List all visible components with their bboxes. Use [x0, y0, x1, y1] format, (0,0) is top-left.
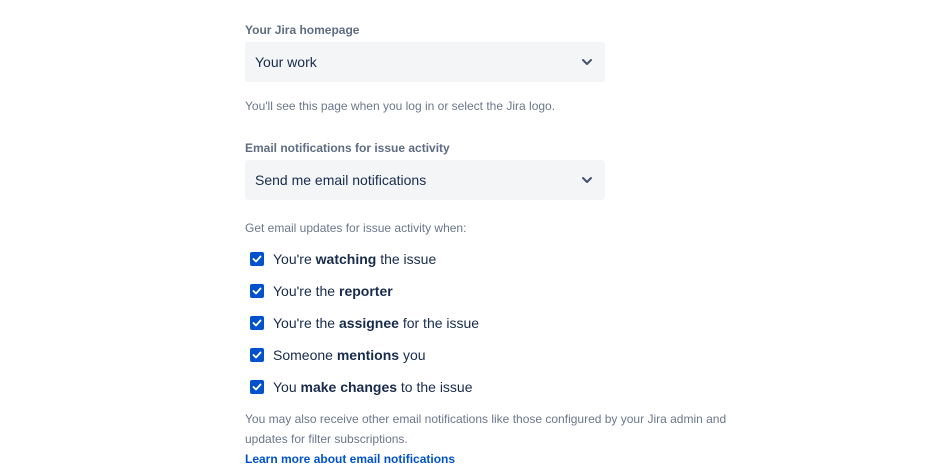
homepage-select-value: Your work [255, 54, 317, 70]
option-label: You're the reporter [273, 283, 393, 299]
option-label: You make changes to the issue [273, 379, 473, 395]
option-label: Someone mentions you [273, 347, 426, 363]
checkbox-checked-icon[interactable] [250, 316, 264, 330]
option-reporter[interactable]: You're the reporter [250, 275, 745, 307]
checkbox-checked-icon[interactable] [250, 284, 264, 298]
homepage-select[interactable]: Your work [245, 42, 605, 82]
option-label: You're the assignee for the issue [273, 315, 480, 331]
preferences-page: Your Jira homepage Your work You'll see … [0, 0, 952, 468]
email-options-list: You're watching the issue You're the rep… [245, 243, 745, 403]
email-footer-note: You may also receive other email notific… [245, 412, 727, 446]
homepage-label: Your Jira homepage [245, 23, 360, 37]
chevron-down-icon [579, 54, 595, 70]
chevron-down-icon [579, 172, 595, 188]
checkbox-checked-icon[interactable] [250, 348, 264, 362]
preferences-form: Your Jira homepage Your work You'll see … [245, 22, 745, 468]
email-notifications-label: Email notifications for issue activity [245, 141, 450, 155]
email-notifications-select[interactable]: Send me email notifications [245, 160, 605, 200]
option-mentions[interactable]: Someone mentions you [250, 339, 745, 371]
option-assignee[interactable]: You're the assignee for the issue [250, 307, 745, 339]
email-prompt-text: Get email updates for issue activity whe… [245, 221, 467, 235]
checkbox-checked-icon[interactable] [250, 380, 264, 394]
homepage-help-text: You'll see this page when you log in or … [245, 99, 556, 113]
email-select-value: Send me email notifications [255, 172, 427, 188]
learn-more-link[interactable]: Learn more about email notifications [245, 449, 455, 468]
email-section: Email notifications for issue activity S… [245, 140, 745, 468]
option-label: You're watching the issue [273, 251, 437, 267]
checkbox-checked-icon[interactable] [250, 252, 264, 266]
option-make-changes[interactable]: You make changes to the issue [250, 371, 745, 403]
option-watching[interactable]: You're watching the issue [250, 243, 745, 275]
